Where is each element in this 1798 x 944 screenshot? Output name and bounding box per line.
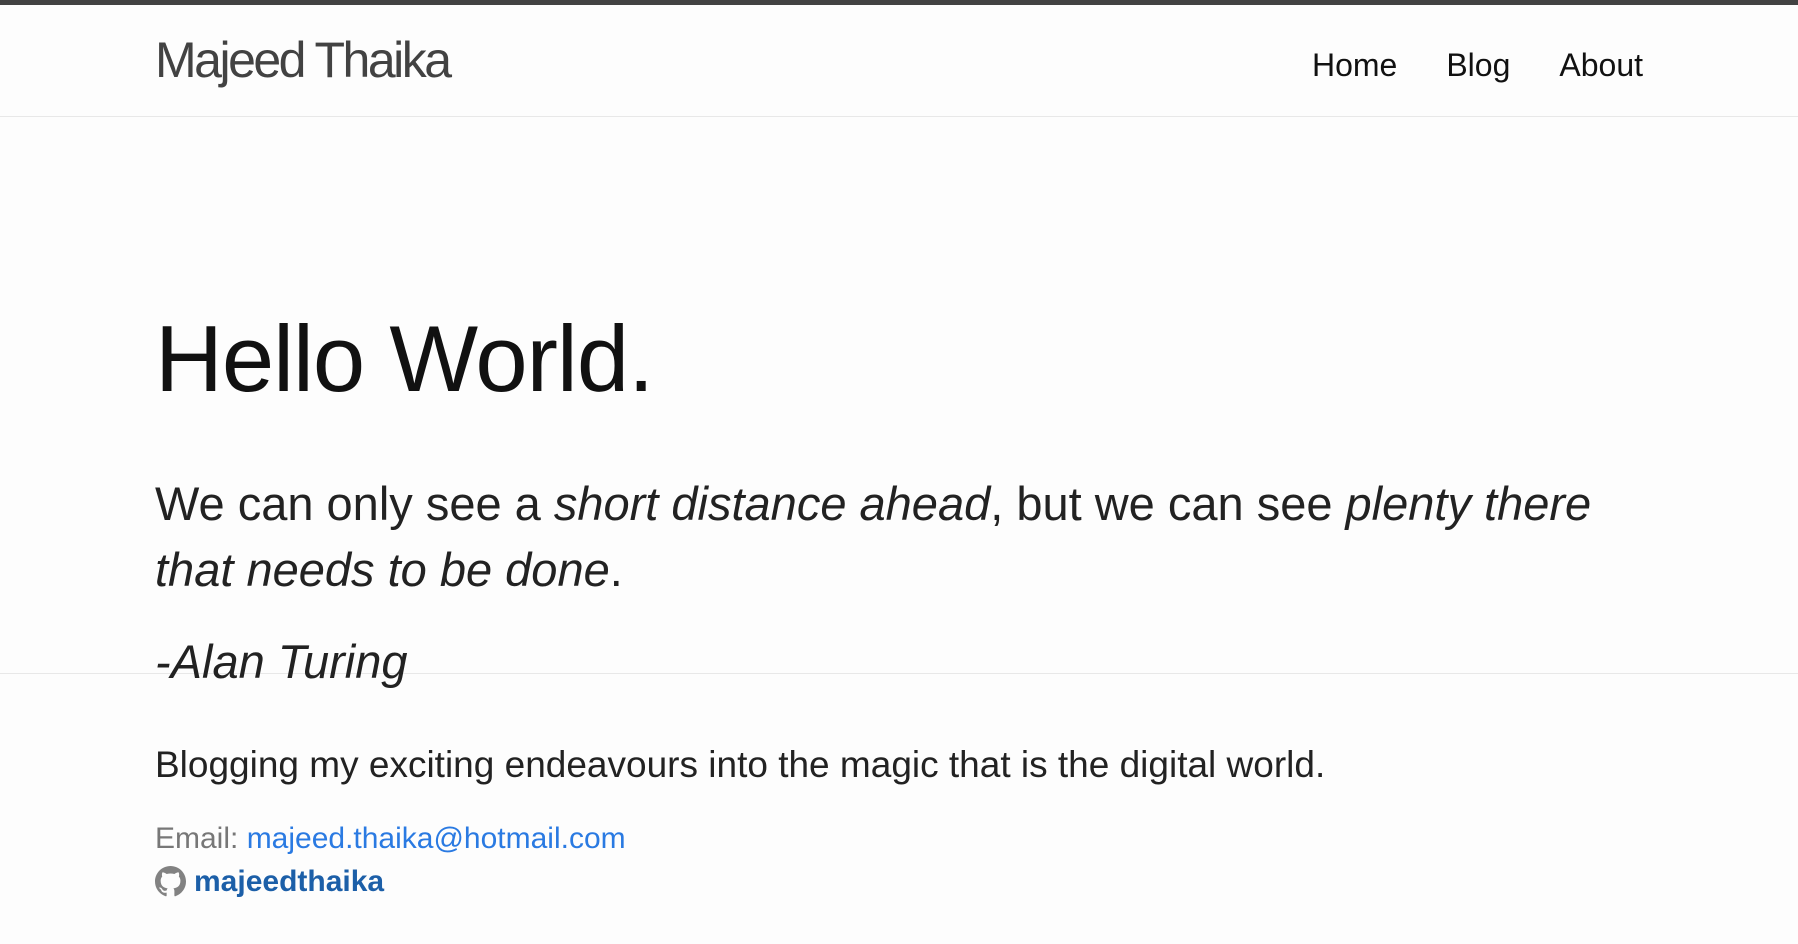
footer-tagline: Blogging my exciting endeavours into the… bbox=[155, 744, 1326, 785]
github-icon[interactable] bbox=[155, 866, 186, 897]
footer-email-line: Email: majeed.thaika@hotmail.com bbox=[155, 824, 626, 854]
site-footer: Blogging my exciting endeavours into the… bbox=[0, 674, 1798, 944]
main-content: Hello World. We can only see a short dis… bbox=[0, 117, 1798, 685]
nav-blog-link[interactable]: Blog bbox=[1446, 49, 1510, 81]
nav-about-link[interactable]: About bbox=[1559, 49, 1643, 81]
quote-part-2: , but we can see bbox=[990, 477, 1346, 530]
quote-part-1: We can only see a bbox=[155, 477, 554, 530]
footer-github-line: majeedthaika bbox=[155, 866, 384, 897]
site-header: Majeed Thaika Home Blog About bbox=[0, 5, 1798, 117]
site-title-link[interactable]: Majeed Thaika bbox=[155, 35, 452, 85]
quote-emphasis-1: short distance ahead bbox=[553, 477, 991, 530]
nav-home-link[interactable]: Home bbox=[1312, 49, 1397, 81]
page-headline: Hello World. bbox=[155, 306, 654, 411]
email-label: Email: bbox=[155, 822, 247, 855]
github-profile-link[interactable]: majeedthaika bbox=[194, 866, 384, 897]
email-link[interactable]: majeed.thaika@hotmail.com bbox=[247, 822, 626, 855]
main-nav: Home Blog About bbox=[1312, 49, 1643, 81]
quote-text: We can only see a short distance ahead, … bbox=[155, 471, 1655, 603]
quote-part-3: . bbox=[609, 543, 623, 596]
